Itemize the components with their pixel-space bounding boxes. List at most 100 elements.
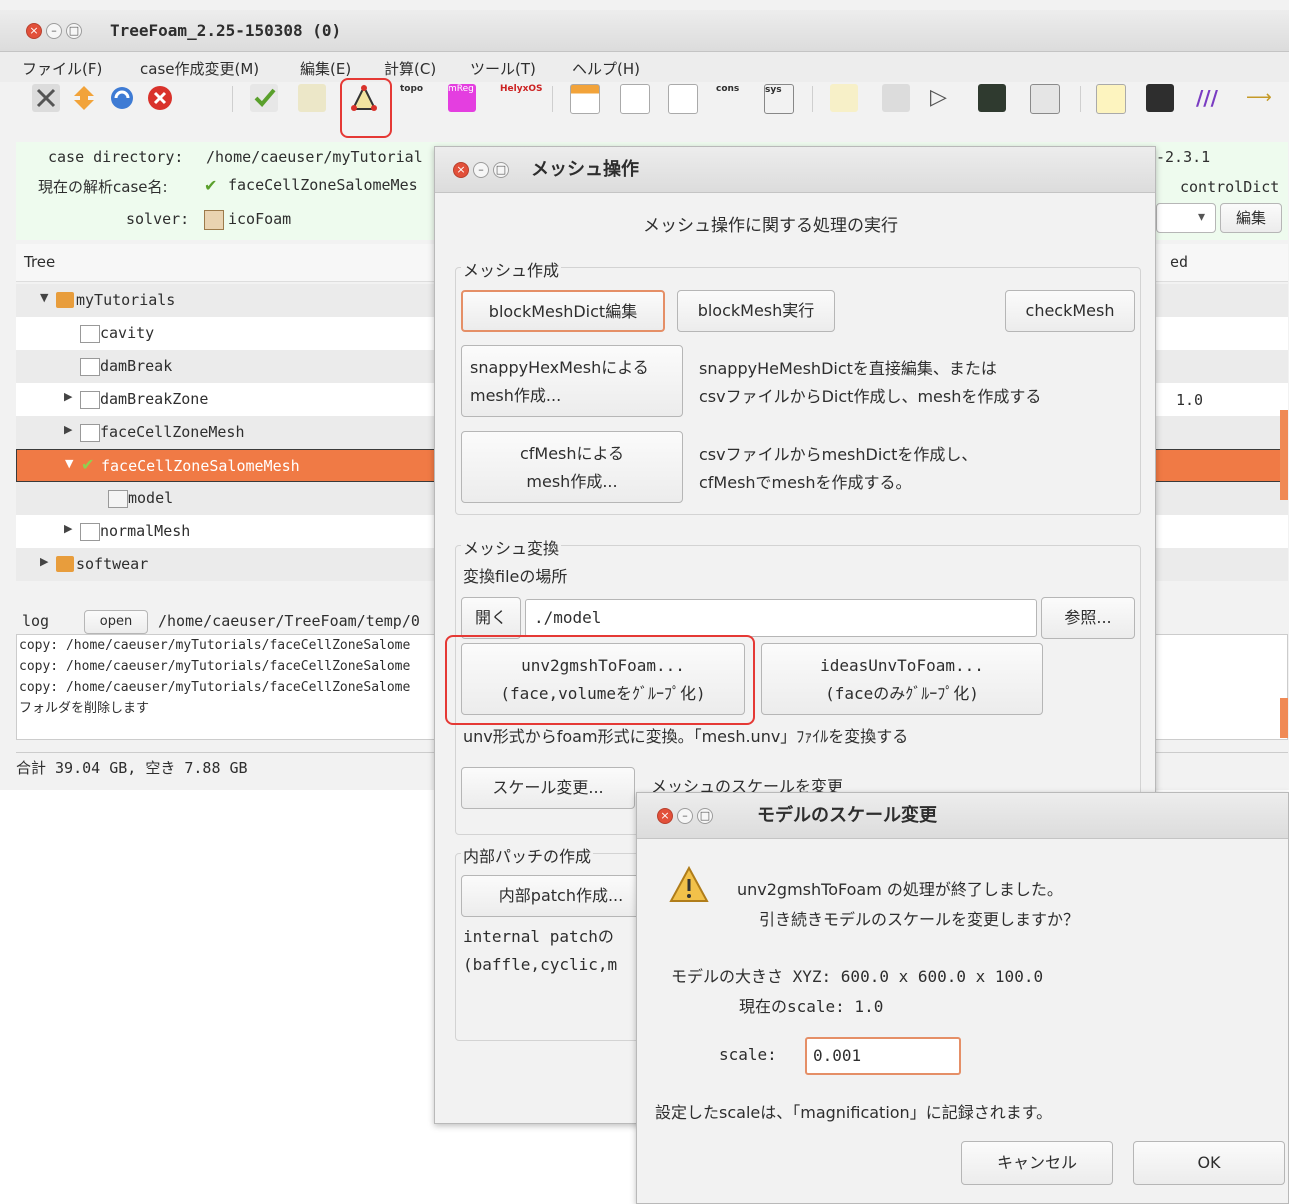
- browse-button[interactable]: 参照...: [1041, 597, 1135, 639]
- new-star-icon[interactable]: [830, 84, 858, 112]
- mreg-icon[interactable]: mReg: [448, 84, 476, 112]
- cfmesh-description: csvファイルからmeshDictを作成し、 cfMeshでmeshを作成する。: [699, 445, 978, 492]
- open-folder-button[interactable]: 開く: [461, 597, 521, 639]
- close-window-icon[interactable]: ×: [26, 22, 42, 39]
- blockmesh-run-button[interactable]: blockMesh実行: [677, 290, 835, 332]
- sys-icon[interactable]: sys: [764, 84, 794, 114]
- snappy-button[interactable]: snappyHexMeshによる mesh作成...: [461, 345, 683, 417]
- maximize-window-icon[interactable]: □: [493, 161, 509, 178]
- database-icon[interactable]: [882, 84, 910, 112]
- scale-dialog-title: モデルのスケール変更: [757, 805, 937, 826]
- expand-down-icon[interactable]: ▼: [40, 291, 48, 304]
- menu-calc[interactable]: 計算(C): [384, 58, 436, 79]
- up-down-arrow-icon[interactable]: [70, 84, 98, 112]
- right-value: 1.0: [1176, 391, 1204, 409]
- menu-case[interactable]: case作成変更(M): [140, 58, 259, 79]
- layout-icon[interactable]: [1030, 84, 1060, 114]
- patch-description: internal patchの (baffle,cyclic,m: [463, 927, 618, 974]
- controldict-label: controlDict: [1180, 178, 1280, 196]
- internal-patch-button[interactable]: 内部patch作成...: [461, 875, 661, 917]
- expand-right-icon[interactable]: ▶: [40, 555, 48, 568]
- document-icon[interactable]: [620, 84, 650, 114]
- solver-icon: [204, 210, 224, 230]
- path-input[interactable]: ./model: [525, 599, 1037, 637]
- warning-icon: [669, 865, 709, 905]
- triangle-ruler-icon[interactable]: [1096, 84, 1126, 114]
- cons-icon[interactable]: cons: [716, 84, 744, 112]
- tree-header-label: Tree: [24, 253, 56, 271]
- current-case-value: faceCellZoneSalomeMes: [228, 176, 418, 194]
- current-scale-text: 現在のscale: 1.0: [739, 997, 884, 1016]
- checkmesh-button[interactable]: checkMesh: [1005, 290, 1135, 332]
- blockmeshdict-button[interactable]: blockMeshDict編集: [461, 290, 665, 332]
- menu-tools[interactable]: ツール(T): [470, 58, 536, 79]
- maximize-window-icon[interactable]: □: [66, 22, 82, 39]
- mesh-dialog-heading: メッシュ操作に関する処理の実行: [643, 216, 898, 236]
- check-icon: ✔: [204, 176, 218, 195]
- minimize-window-icon[interactable]: –: [46, 22, 62, 39]
- folder-icon: [56, 556, 74, 572]
- patch-section-label: 内部パッチの作成: [461, 843, 594, 867]
- convert-description: unv形式からfoam形式に変換。「mesh.unv」ﾌｧｲﾙを変換する: [463, 727, 909, 746]
- cancel-button[interactable]: キャンセル: [961, 1141, 1113, 1185]
- expand-right-icon[interactable]: ▶: [64, 390, 72, 403]
- maximize-window-icon[interactable]: □: [697, 807, 713, 824]
- log-label: log: [22, 612, 50, 630]
- ideasunv-button[interactable]: ideasUnvToFoam... (faceのみｸﾞﾙｰﾌﾟ化): [761, 643, 1043, 715]
- menu-file[interactable]: ファイル(F): [22, 58, 102, 79]
- convert-section-label: メッシュ変換: [461, 535, 562, 559]
- topo-icon[interactable]: topo: [400, 84, 428, 112]
- folder-icon: [56, 292, 74, 308]
- monitor-icon[interactable]: [978, 84, 1006, 112]
- stop-icon[interactable]: [146, 84, 174, 112]
- log-open-button[interactable]: open: [84, 610, 148, 634]
- scissors-wrench-icon[interactable]: [32, 84, 60, 112]
- close-window-icon[interactable]: ×: [453, 161, 469, 178]
- edit-document-icon[interactable]: [668, 84, 698, 114]
- snappy-description: snappyHeMeshDictを直接編集、または csvファイルからDict作…: [699, 359, 1042, 406]
- tree-item-label: model: [128, 489, 174, 507]
- check-clipboard-icon[interactable]: [250, 84, 278, 112]
- close-window-icon[interactable]: ×: [657, 807, 673, 824]
- case-directory-label: case directory:: [48, 148, 184, 166]
- ok-button[interactable]: OK: [1133, 1141, 1285, 1185]
- file-location-label: 変換fileの場所: [463, 567, 568, 586]
- mesh-icon-highlight: [340, 78, 392, 138]
- scale-input[interactable]: 0.001: [805, 1037, 961, 1075]
- edit-button[interactable]: 編集: [1220, 203, 1282, 233]
- scale-dialog: × – □ モデルのスケール変更 unv2gmshToFoam の処理が終了しま…: [636, 792, 1289, 1204]
- helyx-icon[interactable]: HelyxOS: [500, 84, 543, 112]
- refresh-icon[interactable]: [108, 84, 136, 112]
- menu-edit[interactable]: 編集(E): [300, 58, 351, 79]
- log-scrollbar[interactable]: [1280, 698, 1288, 738]
- tree-item-label: faceCellZoneMesh: [100, 423, 245, 441]
- tree-item-label: normalMesh: [100, 522, 191, 540]
- pointer-icon[interactable]: ⟶: [1246, 84, 1274, 112]
- toolbar-separator: [232, 86, 233, 112]
- mesh-dialog-title: メッシュ操作: [531, 159, 639, 180]
- solver-label: solver:: [126, 210, 190, 228]
- toolbar-separator: [812, 86, 813, 112]
- scale-button[interactable]: スケール変更...: [461, 767, 635, 809]
- tree-scrollbar[interactable]: [1280, 410, 1288, 500]
- new-case-icon[interactable]: [298, 84, 326, 112]
- dict-dropdown[interactable]: ▾: [1156, 203, 1216, 233]
- scale-note: 設定したscaleは、「magnification」に記録されます。: [655, 1103, 1053, 1122]
- grid-table-icon[interactable]: [570, 84, 600, 114]
- minimize-window-icon[interactable]: –: [473, 161, 489, 178]
- expand-down-icon[interactable]: ▼: [65, 457, 73, 470]
- menu-help[interactable]: ヘルプ(H): [572, 58, 640, 79]
- scale-label: scale:: [719, 1045, 777, 1064]
- paraview-icon[interactable]: ///: [1196, 84, 1224, 112]
- tree-item-label: cavity: [100, 324, 155, 342]
- check-icon: ✔: [81, 455, 95, 474]
- window-title: TreeFoam_2.25-150308 (0): [110, 21, 342, 40]
- terminal-icon[interactable]: [1146, 84, 1174, 112]
- expand-right-icon[interactable]: ▶: [64, 522, 72, 535]
- expand-right-icon[interactable]: ▶: [64, 423, 72, 436]
- run-icon[interactable]: ▷: [930, 84, 958, 112]
- cfmesh-button[interactable]: cfMeshによる mesh作成...: [461, 431, 683, 503]
- minimize-window-icon[interactable]: –: [677, 807, 693, 824]
- scale-dialog-titlebar: × – □ モデルのスケール変更: [637, 793, 1288, 839]
- tree-item-label: myTutorials: [76, 291, 176, 309]
